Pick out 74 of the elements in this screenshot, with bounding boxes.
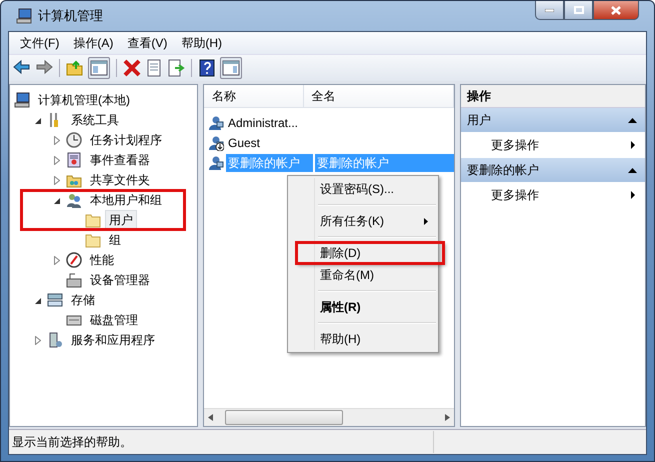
collapsed-arrow-icon[interactable]: [54, 156, 60, 164]
export-list-icon[interactable]: [167, 59, 185, 77]
storage-icon: [47, 292, 63, 308]
scroll-right-icon[interactable]: [445, 414, 450, 421]
tree-item[interactable]: 组: [105, 230, 125, 250]
action-link[interactable]: 更多操作: [461, 182, 645, 208]
menu-item[interactable]: 重命名(M): [290, 264, 436, 286]
close-button[interactable]: [593, 1, 639, 20]
maximize-icon: [574, 6, 584, 14]
menu-item[interactable]: 属性(R): [290, 296, 436, 318]
computer-icon: [14, 92, 30, 108]
collapsed-arrow-icon[interactable]: [54, 176, 60, 184]
column-header[interactable]: 名称: [204, 85, 304, 107]
tree-item[interactable]: 事件查看器: [86, 150, 154, 170]
action-link[interactable]: 更多操作: [461, 132, 645, 158]
menu-item[interactable]: 操作(A): [66, 32, 120, 54]
menu-item[interactable]: 所有任务(K): [290, 210, 436, 232]
up-folder-icon[interactable]: [66, 59, 84, 77]
section-header[interactable]: 要删除的帐户: [461, 158, 645, 182]
server-icon: [47, 332, 63, 348]
maximize-button[interactable]: [564, 1, 593, 20]
pane-title: 操作: [461, 85, 645, 108]
folder-icon: [85, 232, 101, 248]
help-icon[interactable]: [198, 59, 216, 77]
collapse-arrow-icon[interactable]: [628, 168, 637, 172]
menu-item[interactable]: 文件(F): [13, 32, 66, 54]
users-icon: [66, 192, 82, 208]
submenu-arrow-icon: [424, 218, 428, 224]
close-icon: [611, 6, 621, 14]
expanded-arrow-icon[interactable]: [54, 196, 60, 204]
expanded-arrow-icon[interactable]: [34, 296, 42, 304]
clock-icon: [66, 132, 82, 148]
action-pane-icon[interactable]: [222, 59, 240, 77]
user-name[interactable]: Administrat...: [226, 114, 322, 132]
tree-item[interactable]: 计算机管理(本地): [34, 90, 134, 110]
collapsed-arrow-icon[interactable]: [54, 256, 60, 264]
expanded-arrow-icon[interactable]: [34, 116, 42, 124]
tree-item[interactable]: 存储: [67, 290, 99, 310]
menu-item[interactable]: 帮助(H): [290, 328, 436, 350]
menu-item[interactable]: 查看(V): [120, 32, 174, 54]
device-icon: [66, 272, 82, 288]
gauge-icon: [66, 252, 82, 268]
menu-item[interactable]: 设置密码(S)...: [290, 178, 436, 200]
tree-item[interactable]: 共享文件夹: [86, 170, 154, 190]
back-arrow-icon[interactable]: [13, 59, 31, 77]
window-title: 计算机管理: [38, 7, 103, 25]
menu-item[interactable]: 帮助(H): [174, 32, 229, 54]
tree-item[interactable]: 性能: [86, 250, 118, 270]
minimize-icon: [545, 8, 554, 12]
tree-item[interactable]: 磁盘管理: [86, 310, 142, 330]
tree-item[interactable]: 用户: [105, 210, 137, 230]
status-text: 显示当前选择的帮助。: [11, 434, 133, 450]
section-header[interactable]: 用户: [461, 108, 645, 132]
minimize-button[interactable]: [535, 1, 564, 20]
computer-icon: [16, 8, 32, 24]
tree-item[interactable]: 设备管理器: [86, 270, 154, 290]
tree-pane-icon[interactable]: [90, 59, 108, 77]
tree-item[interactable]: 任务计划程序: [86, 130, 166, 150]
tree-item[interactable]: 服务和应用程序: [67, 330, 159, 350]
scroll-left-icon[interactable]: [208, 414, 213, 421]
tree-item[interactable]: 系统工具: [67, 110, 123, 130]
collapsed-arrow-icon[interactable]: [54, 136, 60, 144]
folder-icon: [85, 212, 101, 228]
menu-item[interactable]: 删除(D): [296, 242, 444, 264]
log-icon: [66, 152, 82, 168]
scrollbar-thumb[interactable]: [225, 410, 343, 425]
column-header[interactable]: 全名: [304, 85, 454, 107]
forward-arrow-icon[interactable]: [35, 59, 53, 77]
delete-icon[interactable]: [123, 59, 141, 77]
collapse-arrow-icon[interactable]: [628, 118, 637, 122]
tree-item[interactable]: 本地用户和组: [86, 190, 166, 210]
properties-icon[interactable]: [145, 59, 163, 77]
collapsed-arrow-icon[interactable]: [35, 336, 41, 344]
full-name: 要删除的帐户: [314, 154, 454, 172]
